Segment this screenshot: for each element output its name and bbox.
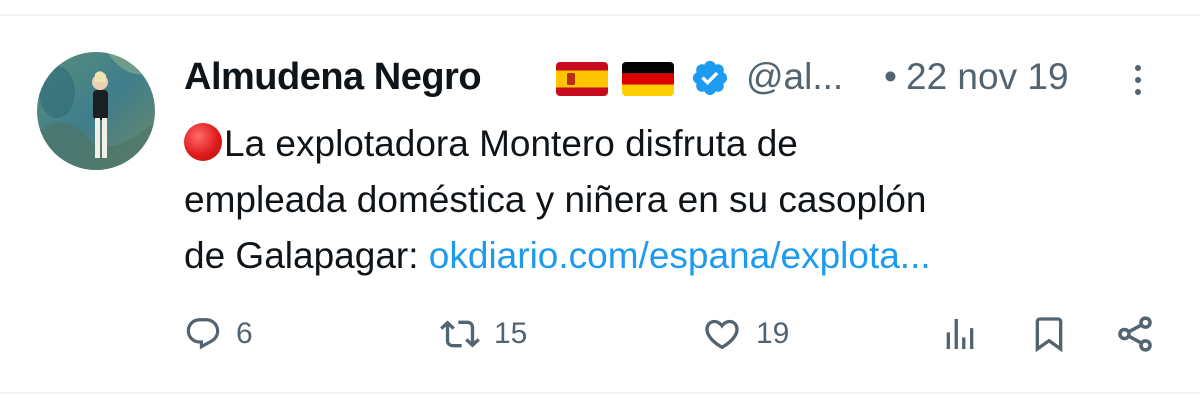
retweet-icon [440, 314, 480, 354]
divider-top [0, 14, 1200, 16]
bookmark-button[interactable] [1029, 308, 1069, 360]
reply-count: 6 [236, 317, 253, 350]
tweet-date[interactable]: 22 nov 19 [906, 56, 1069, 98]
reply-button[interactable]: 6 [184, 308, 253, 360]
red-circle-icon [184, 123, 222, 161]
retweet-count: 15 [494, 317, 528, 350]
like-button[interactable]: 19 [702, 308, 789, 360]
separator-dot: • [884, 56, 897, 97]
avatar[interactable] [37, 52, 155, 170]
retweet-button[interactable]: 15 [440, 308, 527, 360]
views-button[interactable] [940, 308, 980, 360]
tweet-text-line-3: de Galapagar: okdiario.com/espana/explot… [184, 228, 1174, 284]
more-options-icon[interactable] [1126, 60, 1150, 100]
verified-badge-icon[interactable] [690, 58, 730, 98]
germany-flag-icon [622, 62, 674, 96]
spain-flag-icon [556, 62, 608, 96]
author-handle[interactable]: @al... [746, 56, 843, 98]
analytics-icon [940, 314, 980, 354]
bookmark-icon [1029, 314, 1069, 354]
author-name[interactable]: Almudena Negro [184, 56, 482, 99]
tweet-text: La explotadora Montero disfruta de emple… [184, 116, 1174, 284]
tweet-text-line-2: empleada doméstica y niñera en su casopl… [184, 179, 927, 220]
share-icon [1114, 313, 1156, 355]
share-button[interactable] [1114, 308, 1156, 360]
heart-icon [702, 314, 742, 354]
divider-bottom [0, 392, 1200, 394]
tweet-text-line-1: La explotadora Montero disfruta de [184, 116, 1174, 172]
tweet-header: Almudena Negro @al... • 22 nov 19 [184, 52, 1174, 108]
tweet-link[interactable]: okdiario.com/espana/explota... [429, 235, 931, 276]
tweet-text-line-1-text: La explotadora Montero disfruta de [224, 123, 798, 164]
tweet-actions: 6 15 19 [184, 308, 1174, 360]
reply-icon [184, 315, 222, 353]
tweet-text-line-3-prefix: de Galapagar: [184, 235, 429, 276]
like-count: 19 [756, 317, 790, 350]
